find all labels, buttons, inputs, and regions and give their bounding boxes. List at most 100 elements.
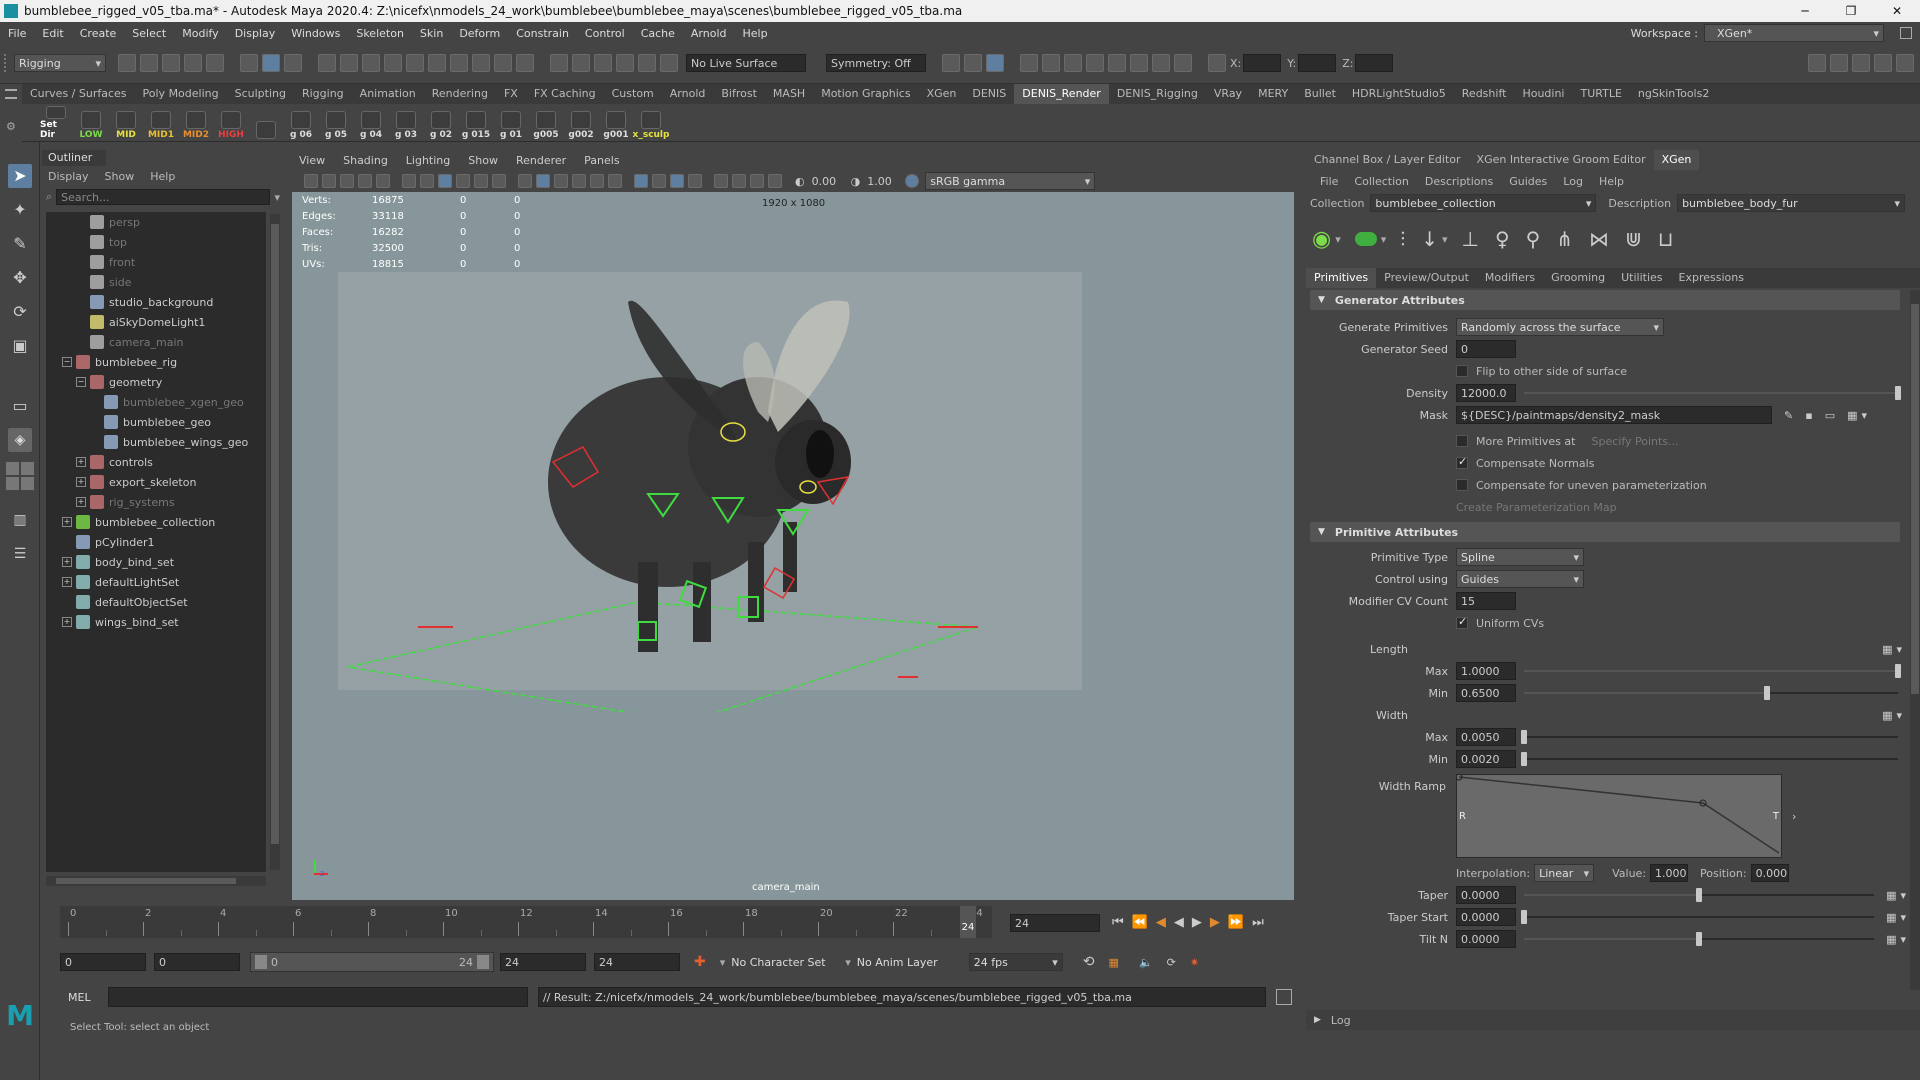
viewport-menu-renderer[interactable]: Renderer xyxy=(516,154,566,167)
width-min-slider[interactable] xyxy=(1521,752,1898,766)
expand-toggle-icon[interactable]: + xyxy=(76,497,86,507)
shelf-button-g-04[interactable]: g 04 xyxy=(355,106,387,140)
maximize-button[interactable]: ❐ xyxy=(1828,4,1874,18)
uniform-cvs-checkbox[interactable] xyxy=(1456,615,1468,629)
lock-selection-icon[interactable] xyxy=(494,54,512,72)
expand-toggle-icon[interactable]: + xyxy=(62,617,72,627)
panel-tab-xgen-interactive-groom-editor[interactable]: XGen Interactive Groom Editor xyxy=(1469,150,1654,170)
expand-toggle-icon[interactable]: + xyxy=(62,577,72,587)
xgen-scrollbar[interactable] xyxy=(1910,290,1920,990)
shelf-button-groom[interactable] xyxy=(250,106,282,140)
shelf-tab-houdini[interactable]: Houdini xyxy=(1514,84,1572,104)
current-frame-marker[interactable]: 24 xyxy=(960,906,976,938)
width-max-slider[interactable] xyxy=(1521,730,1898,744)
menu-modify[interactable]: Modify xyxy=(182,27,218,40)
animation-prefs-icon[interactable]: ✷ xyxy=(1190,956,1199,969)
menu-create[interactable]: Create xyxy=(80,27,117,40)
shelf-tab-motion-graphics[interactable]: Motion Graphics xyxy=(813,84,918,104)
outliner-item[interactable]: camera_main xyxy=(46,332,266,352)
fps-dropdown[interactable]: 24 fps xyxy=(968,953,1063,971)
shelf-button-mid1[interactable]: MID1 xyxy=(145,106,177,140)
save-scene-icon[interactable] xyxy=(162,54,180,72)
scale-tool-icon[interactable]: ▣ xyxy=(8,334,32,358)
construction-history-icon[interactable] xyxy=(964,54,982,72)
search-options-icon[interactable]: ▾ xyxy=(274,191,280,204)
tilt-field[interactable]: 0.0000 xyxy=(1456,930,1516,948)
outliner-item[interactable]: front xyxy=(46,252,266,272)
expand-toggle-icon[interactable]: − xyxy=(62,357,72,367)
viewport-canvas[interactable]: Verts: 16875 0 0 Edges: 33118 0 0 Faces: 16282 0 0 T… xyxy=(292,192,1294,900)
cache-playback-icon[interactable]: ▦ xyxy=(1109,956,1119,969)
primitive-attributes-header[interactable]: Primitive Attributes xyxy=(1310,522,1900,542)
gamma-icon[interactable]: ◑ xyxy=(851,175,861,188)
description-dropdown[interactable]: bumblebee_body_fur xyxy=(1677,194,1906,212)
command-input[interactable] xyxy=(108,987,528,1007)
modeling-toolkit-icon[interactable] xyxy=(1808,54,1826,72)
xgen-subtab-preview-output[interactable]: Preview/Output xyxy=(1376,268,1477,288)
compensate-normals-checkbox[interactable] xyxy=(1456,455,1468,469)
taper-slider[interactable] xyxy=(1524,888,1875,902)
input-line-icon[interactable] xyxy=(1208,54,1226,72)
width-expression-icon[interactable]: ▦ xyxy=(1882,709,1892,722)
live-surface-field[interactable]: No Live Surface xyxy=(686,54,806,72)
shelf-button-g-05[interactable]: g 05 xyxy=(320,106,352,140)
log-section[interactable]: ▶ Log xyxy=(1306,1010,1920,1030)
select-rendering-icon[interactable] xyxy=(450,54,468,72)
symmetry-field[interactable]: Symmetry: Off xyxy=(826,54,926,72)
shelf-tab-turtle[interactable]: TURTLE xyxy=(1572,84,1629,104)
attribute-editor-icon[interactable] xyxy=(1852,54,1870,72)
width-max-field[interactable]: 0.0050 xyxy=(1456,728,1516,746)
open-scene-icon[interactable] xyxy=(140,54,158,72)
wireframe-on-shaded-icon[interactable] xyxy=(554,174,568,188)
outliner-item[interactable]: persp xyxy=(46,212,266,232)
shelf-tab-curves-surfaces[interactable]: Curves / Surfaces xyxy=(22,84,135,104)
view-transform-dropdown[interactable]: sRGB gamma xyxy=(925,172,1096,190)
expand-toggle-icon[interactable]: + xyxy=(62,517,72,527)
go-to-end-icon[interactable]: ⏭ xyxy=(1252,915,1264,930)
xgen-menu-log[interactable]: Log xyxy=(1563,175,1583,188)
arnold-ipr-icon[interactable] xyxy=(1130,54,1148,72)
shelf-tab-denis[interactable]: DENIS xyxy=(964,84,1014,104)
shelf-button-high[interactable]: HIGH xyxy=(215,106,247,140)
range-end-handle[interactable] xyxy=(477,955,489,969)
outliner-scrollbar[interactable] xyxy=(270,214,280,870)
add-guides-icon[interactable]: ⫶ xyxy=(1400,227,1405,251)
xgen-subtab-utilities[interactable]: Utilities xyxy=(1613,268,1670,288)
highlight-selection-icon[interactable] xyxy=(516,54,534,72)
menu-help[interactable]: Help xyxy=(743,27,768,40)
grid-icon[interactable] xyxy=(402,174,416,188)
loop-icon[interactable]: ⟲ xyxy=(1083,954,1095,970)
character-controls-icon[interactable] xyxy=(1830,54,1848,72)
last-tool-icon[interactable]: ▭ xyxy=(8,394,32,418)
taper-expression-icon[interactable]: ▦ xyxy=(1886,889,1896,902)
outliner-item[interactable]: bumblebee_wings_geo xyxy=(46,432,266,452)
image-plane-icon[interactable] xyxy=(358,174,372,188)
menu-constrain[interactable]: Constrain xyxy=(516,27,569,40)
viewport-menu-show[interactable]: Show xyxy=(468,154,498,167)
z-field[interactable] xyxy=(1355,54,1394,72)
playback-end-field[interactable]: 24 xyxy=(500,953,586,971)
xgen-subtab-expressions[interactable]: Expressions xyxy=(1671,268,1752,288)
grease-pencil-icon[interactable] xyxy=(376,174,390,188)
time-slider-track[interactable]: 0 2 4 6 8 10 12 14 16 18 20 22 24 24 xyxy=(60,906,992,938)
shelf-button-g-01[interactable]: g 01 xyxy=(495,106,527,140)
viewport-menu-view[interactable]: View xyxy=(299,154,325,167)
length-menu-icon[interactable]: ▾ xyxy=(1896,643,1902,656)
length-min-slider[interactable] xyxy=(1524,686,1898,700)
gate-mask-icon[interactable] xyxy=(456,174,470,188)
lights-icon[interactable] xyxy=(590,174,604,188)
select-misc-icon[interactable] xyxy=(472,54,490,72)
exposure-field[interactable]: 0.00 xyxy=(808,172,848,190)
shelf-tab-animation[interactable]: Animation xyxy=(352,84,424,104)
tilt-expression-icon[interactable]: ▦ xyxy=(1886,933,1896,946)
taper-start-field[interactable]: 0.0000 xyxy=(1456,908,1516,926)
shadows-icon[interactable] xyxy=(608,174,622,188)
density-slider[interactable] xyxy=(1524,386,1901,400)
shelf-tab-redshift[interactable]: Redshift xyxy=(1454,84,1515,104)
outliner-item[interactable]: side xyxy=(46,272,266,292)
bookmarks-icon[interactable] xyxy=(340,174,354,188)
length-expression-icon[interactable]: ▦ xyxy=(1882,643,1892,656)
menu-skin[interactable]: Skin xyxy=(420,27,443,40)
smooth-shade-icon[interactable] xyxy=(536,174,550,188)
shelf-tab-fx[interactable]: FX xyxy=(496,84,526,104)
